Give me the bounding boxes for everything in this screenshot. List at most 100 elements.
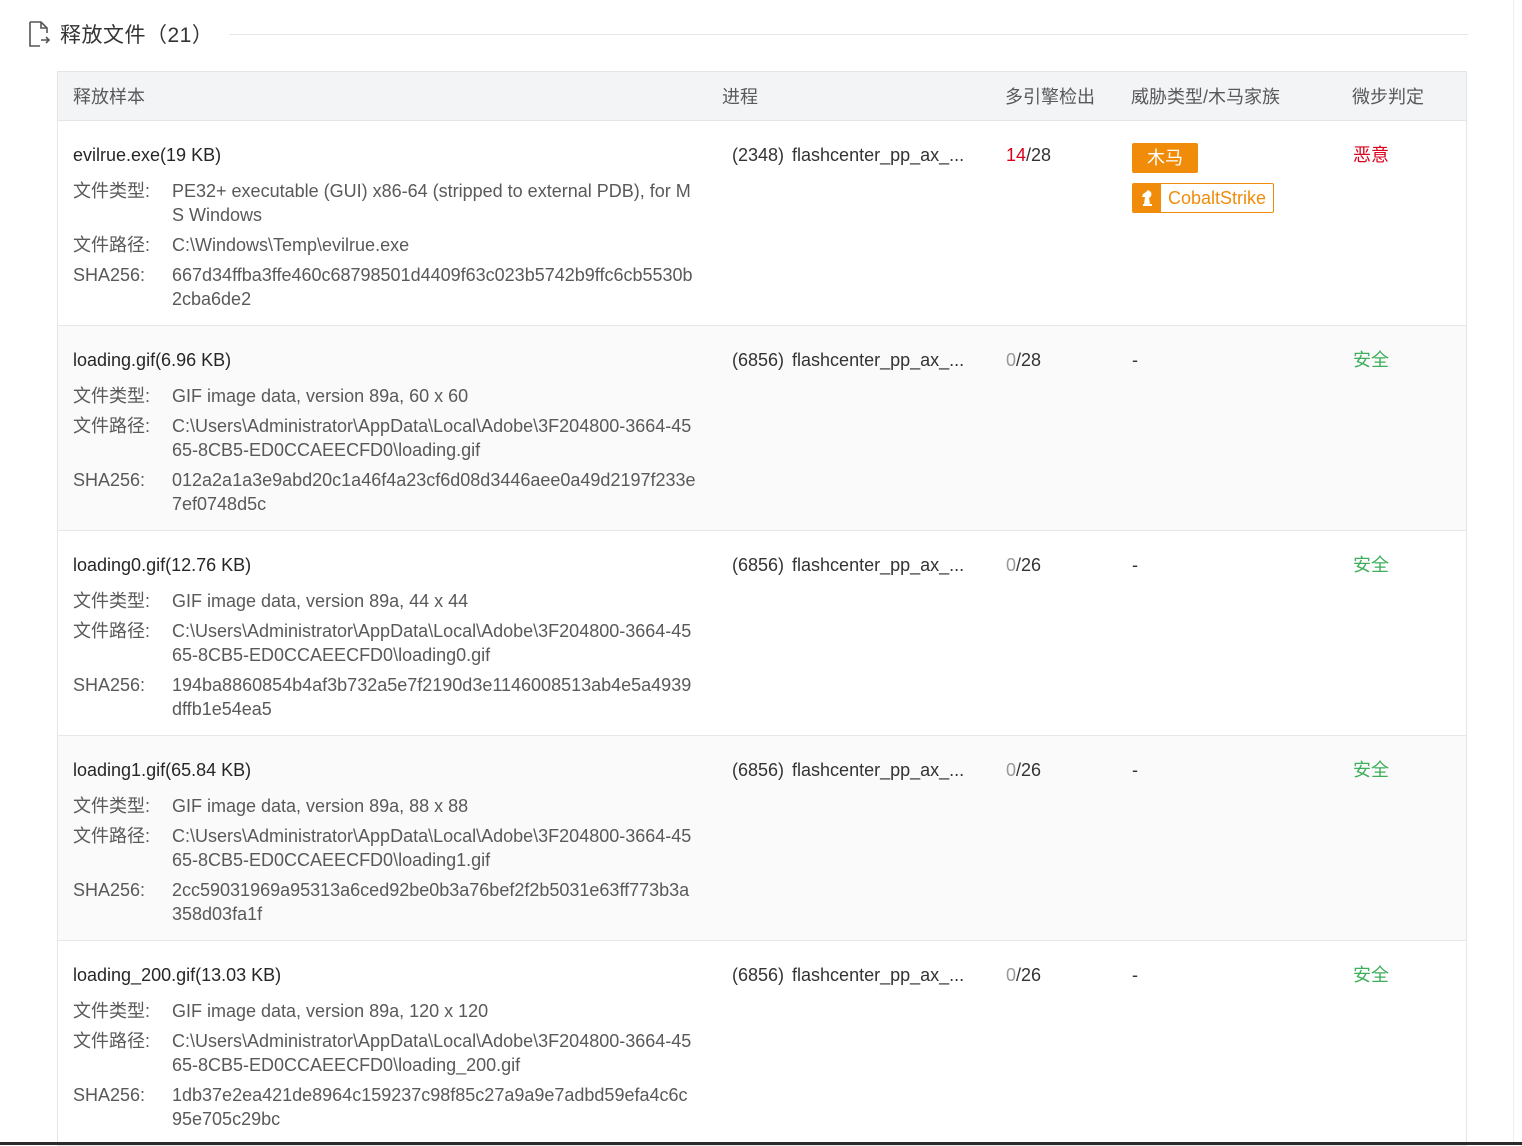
column-header-threat: 威胁类型/木马家族: [1131, 87, 1281, 107]
process-pid: (2348): [732, 145, 785, 165]
column-header-verdict: 微步判定: [1352, 87, 1424, 107]
process-pid: (6856): [732, 760, 785, 780]
file-type-label: 文件类型:: [73, 181, 151, 201]
file-type-value: PE32+ executable (GUI) x86-64 (stripped …: [172, 181, 691, 225]
engine-hits: 0: [1006, 965, 1017, 985]
process-cell: (2348) flashcenter_pp_ax_...: [723, 121, 1006, 325]
file-name[interactable]: loading1.gif(65.84 KB): [73, 758, 723, 782]
threat-cell: -: [1132, 965, 1138, 985]
engines-cell: 0/26: [1006, 531, 1132, 735]
engines-cell: 14/28: [1006, 121, 1132, 325]
file-name[interactable]: evilrue.exe(19 KB): [73, 143, 723, 167]
file-type-label: 文件类型:: [73, 386, 151, 406]
file-path-label: 文件路径:: [73, 235, 151, 255]
malware-family-tag[interactable]: CobaltStrike: [1132, 183, 1275, 213]
engines-cell: 0/26: [1006, 736, 1132, 940]
process-pid: (6856): [732, 350, 785, 370]
section-header: 释放文件（21）: [28, 18, 1468, 50]
sample-cell: loading.gif(6.96 KB) 文件类型: GIF image dat…: [58, 326, 723, 530]
process-pid: (6856): [732, 965, 785, 985]
sha256-label: SHA256:: [73, 1085, 146, 1105]
sample-cell: evilrue.exe(19 KB) 文件类型: PE32+ executabl…: [58, 121, 723, 325]
sha256-label: SHA256:: [73, 265, 146, 285]
file-type-value: GIF image data, version 89a, 88 x 88: [172, 796, 469, 816]
sha256-row: SHA256: 2cc59031969a95313a6ced92be0b3a76…: [73, 878, 723, 926]
table-header: 释放样本 进程 多引擎检出 威胁类型/木马家族 微步判定: [58, 72, 1466, 121]
file-type-value: GIF image data, version 89a, 60 x 60: [172, 386, 469, 406]
process-cell: (6856) flashcenter_pp_ax_...: [723, 326, 1006, 530]
process-cell: (6856) flashcenter_pp_ax_...: [723, 736, 1006, 940]
engine-hits: 0: [1006, 760, 1017, 780]
sha256-value[interactable]: 012a2a1a3e9abd20c1a46f4a23cf6d08d3446aee…: [172, 468, 697, 516]
threat-cell: 木马 CobaltStrike: [1132, 121, 1353, 325]
threat-cell: -: [1132, 555, 1138, 575]
engine-hits: 14: [1006, 145, 1027, 165]
file-path-value: C:\Users\Administrator\AppData\Local\Ado…: [172, 621, 692, 665]
released-files-table: 释放样本 进程 多引擎检出 威胁类型/木马家族 微步判定 evilrue.exe…: [57, 71, 1467, 1146]
verdict-cell: 安全: [1353, 760, 1389, 780]
file-type-label: 文件类型:: [73, 796, 151, 816]
sha256-value[interactable]: 194ba8860854b4af3b732a5e7f2190d3e1146008…: [172, 673, 697, 721]
file-type-row: 文件类型: PE32+ executable (GUI) x86-64 (str…: [73, 179, 723, 227]
process-pid: (6856): [732, 555, 785, 575]
column-header-process: 进程: [722, 87, 758, 107]
process-name[interactable]: flashcenter_pp_ax_...: [792, 145, 964, 165]
sha256-row: SHA256: 012a2a1a3e9abd20c1a46f4a23cf6d08…: [73, 468, 723, 516]
file-path-row: 文件路径: C:\Windows\Temp\evilrue.exe: [73, 233, 723, 257]
sample-cell: loading0.gif(12.76 KB) 文件类型: GIF image d…: [58, 531, 723, 735]
file-name[interactable]: loading0.gif(12.76 KB): [73, 553, 723, 577]
process-name[interactable]: flashcenter_pp_ax_...: [792, 350, 964, 370]
process-name[interactable]: flashcenter_pp_ax_...: [792, 555, 964, 575]
sha256-row: SHA256: 667d34ffba3ffe460c68798501d4409f…: [73, 263, 723, 311]
table-row: evilrue.exe(19 KB) 文件类型: PE32+ executabl…: [58, 121, 1466, 326]
scrollbar-track[interactable]: [1513, 0, 1522, 1145]
threat-type-tag: 木马: [1132, 143, 1198, 173]
file-type-value: GIF image data, version 89a, 120 x 120: [172, 1001, 489, 1021]
threat-cell: -: [1132, 350, 1138, 370]
file-path-label: 文件路径:: [73, 621, 151, 641]
verdict-cell: 安全: [1353, 350, 1389, 370]
threat-cell: -: [1132, 760, 1138, 780]
table-row: loading1.gif(65.84 KB) 文件类型: GIF image d…: [58, 736, 1466, 941]
table-row: loading_200.gif(13.03 KB) 文件类型: GIF imag…: [58, 941, 1466, 1146]
sha256-label: SHA256:: [73, 470, 146, 490]
engine-hits: 0: [1006, 555, 1017, 575]
process-name[interactable]: flashcenter_pp_ax_...: [792, 760, 964, 780]
verdict-cell: 安全: [1353, 555, 1389, 575]
sha256-label: SHA256:: [73, 880, 146, 900]
column-header-engines: 多引擎检出: [1005, 87, 1095, 107]
file-name[interactable]: loading.gif(6.96 KB): [73, 348, 723, 372]
engine-hits: 0: [1006, 350, 1017, 370]
sha256-value[interactable]: 667d34ffba3ffe460c68798501d4409f63c023b5…: [172, 263, 697, 311]
file-type-label: 文件类型:: [73, 591, 151, 611]
section-divider: [229, 33, 1468, 35]
file-path-value: C:\Users\Administrator\AppData\Local\Ado…: [172, 1031, 692, 1075]
verdict-cell: 安全: [1353, 965, 1389, 985]
file-path-row: 文件路径: C:\Users\Administrator\AppData\Loc…: [73, 824, 723, 872]
file-path-value: C:\Users\Administrator\AppData\Local\Ado…: [172, 416, 692, 460]
chess-knight-icon: [1133, 184, 1161, 212]
sha256-value[interactable]: 1db37e2ea421de8964c159237c98f85c27a9a9e7…: [172, 1083, 697, 1131]
malware-family-label: CobaltStrike: [1168, 188, 1267, 208]
document-export-icon: [29, 21, 50, 47]
sha256-row: SHA256: 1db37e2ea421de8964c159237c98f85c…: [73, 1083, 723, 1131]
file-type-row: 文件类型: GIF image data, version 89a, 88 x …: [73, 794, 723, 818]
file-path-row: 文件路径: C:\Users\Administrator\AppData\Loc…: [73, 1029, 723, 1077]
column-header-sample: 释放样本: [73, 87, 145, 107]
file-type-row: 文件类型: GIF image data, version 89a, 120 x…: [73, 999, 723, 1023]
file-type-label: 文件类型:: [73, 1001, 151, 1021]
engine-total: /28: [1026, 145, 1052, 165]
engines-cell: 0/28: [1006, 326, 1132, 530]
file-path-value: C:\Users\Administrator\AppData\Local\Ado…: [172, 826, 692, 870]
engine-total: /26: [1016, 760, 1042, 780]
process-name[interactable]: flashcenter_pp_ax_...: [792, 965, 964, 985]
engines-cell: 0/26: [1006, 941, 1132, 1145]
file-type-value: GIF image data, version 89a, 44 x 44: [172, 591, 469, 611]
file-path-label: 文件路径:: [73, 1031, 151, 1051]
file-path-row: 文件路径: C:\Users\Administrator\AppData\Loc…: [73, 414, 723, 462]
sha256-label: SHA256:: [73, 675, 146, 695]
file-name[interactable]: loading_200.gif(13.03 KB): [73, 963, 723, 987]
sha256-value[interactable]: 2cc59031969a95313a6ced92be0b3a76bef2f2b5…: [172, 878, 697, 926]
table-row: loading.gif(6.96 KB) 文件类型: GIF image dat…: [58, 326, 1466, 531]
file-path-label: 文件路径:: [73, 826, 151, 846]
